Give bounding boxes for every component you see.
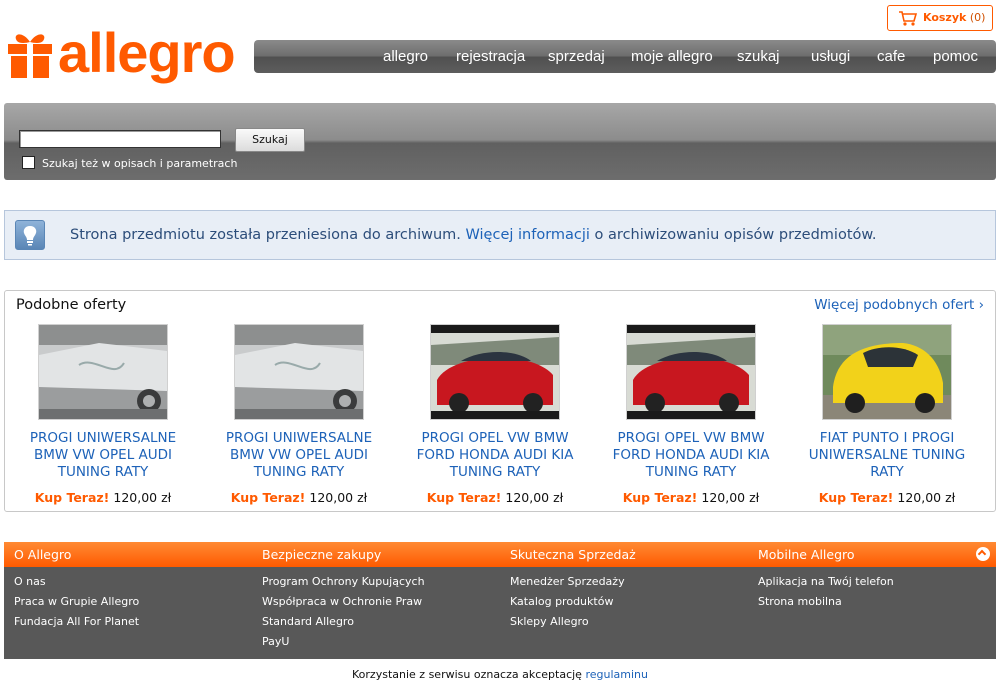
offer-title[interactable]: PROGI OPEL VW BMW FORD HONDA AUDI KIA TU… [601,430,781,481]
search-descriptions-checkbox[interactable] [22,156,35,169]
archive-notice-text-start: Strona przedmiotu została przeniesiona d… [70,227,466,243]
offer-title[interactable]: PROGI UNIWERSALNE BMW VW OPEL AUDI TUNIN… [209,430,389,481]
search-input[interactable] [19,130,221,148]
footer-link[interactable]: Współpraca w Ochronie Praw [262,595,422,608]
nav-item-moje-allegro[interactable]: moje allegro [631,48,713,65]
offer-image-silver-car[interactable] [38,324,168,420]
footer-link[interactable]: PayU [262,635,289,648]
gift-icon [8,34,52,78]
offer-title[interactable]: PROGI UNIWERSALNE BMW VW OPEL AUDI TUNIN… [13,430,193,481]
offer-item[interactable]: FIAT PUNTO I PROGI UNIWERSALNE TUNING RA… [797,324,977,505]
offer-price: 120,00 zł [897,490,956,505]
footer-link[interactable]: Katalog produktów [510,595,613,608]
allegro-logo[interactable]: allegro [8,21,238,88]
search-button[interactable]: Szukaj [235,128,305,152]
offer-image-yellow-car[interactable] [822,324,952,420]
offer-item[interactable]: PROGI UNIWERSALNE BMW VW OPEL AUDI TUNIN… [209,324,389,505]
terms-text: Korzystanie z serwisu oznacza akceptację [352,668,586,681]
offer-price-line: Kup Teraz! 120,00 zł [405,490,585,505]
archive-notice-text-end: o archiwizowaniu opisów przedmiotów. [589,227,877,243]
footer-link[interactable]: Sklepy Allegro [510,615,589,628]
footer-link[interactable]: Program Ochrony Kupujących [262,575,425,588]
footer-link[interactable]: Menedżer Sprzedaży [510,575,625,588]
footer-heading: Bezpieczne zakupy [262,547,382,562]
offer-image-red-car[interactable] [430,324,560,420]
cart-button[interactable]: Koszyk (0) [887,5,993,31]
logo-text: allegro [58,21,236,84]
footer-link[interactable]: Aplikacja na Twój telefon [758,575,894,588]
similar-offers: Podobne oferty Więcej podobnych ofert › … [4,290,996,512]
cart-icon [899,11,918,26]
footer: O Allegro O nas Praca w Grupie Allegro F… [4,542,996,659]
footer-heading: Mobilne Allegro [758,547,855,562]
nav-item-pomoc[interactable]: pomoc [933,48,978,65]
cart-label: Koszyk [923,11,967,24]
footer-link[interactable]: Fundacja All For Planet [14,615,139,628]
offer-item[interactable]: PROGI OPEL VW BMW FORD HONDA AUDI KIA TU… [601,324,781,505]
nav-item-allegro[interactable]: allegro [383,48,428,65]
buy-now-label: Kup Teraz! [818,490,894,505]
cart-count: (0) [969,11,986,24]
buy-now-label: Kup Teraz! [622,490,698,505]
offer-price: 120,00 zł [113,490,172,505]
more-similar-offers-link[interactable]: Więcej podobnych ofert › [814,297,984,313]
footer-link[interactable]: Praca w Grupie Allegro [14,595,139,608]
main-nav: allegro rejestracja sprzedaj moje allegr… [254,40,996,73]
lightbulb-icon [15,220,45,250]
offer-price-line: Kup Teraz! 120,00 zł [209,490,389,505]
offer-item[interactable]: PROGI OPEL VW BMW FORD HONDA AUDI KIA TU… [405,324,585,505]
offer-price: 120,00 zł [309,490,368,505]
nav-item-sprzedaj[interactable]: sprzedaj [548,48,605,65]
buy-now-label: Kup Teraz! [230,490,306,505]
search-panel: Szukaj Szukaj też w opisach i parametrac… [4,103,996,180]
footer-link[interactable]: Strona mobilna [758,595,842,608]
search-descriptions-label: Szukaj też w opisach i parametrach [42,157,238,170]
offer-price-line: Kup Teraz! 120,00 zł [797,490,977,505]
terms-link[interactable]: regulaminu [585,668,648,681]
similar-offers-title: Podobne oferty [16,297,127,313]
chevron-up-icon[interactable] [976,547,990,561]
offer-price: 120,00 zł [701,490,760,505]
offer-price-line: Kup Teraz! 120,00 zł [601,490,781,505]
footer-heading: Skuteczna Sprzedaż [510,547,636,562]
buy-now-label: Kup Teraz! [426,490,502,505]
nav-item-cafe[interactable]: cafe [877,48,905,65]
nav-item-uslugi[interactable]: usługi [811,48,850,65]
archive-notice-text: Strona przedmiotu została przeniesiona d… [70,227,877,243]
offer-item[interactable]: PROGI UNIWERSALNE BMW VW OPEL AUDI TUNIN… [13,324,193,505]
more-info-link[interactable]: Więcej informacji [466,227,590,243]
nav-item-rejestracja[interactable]: rejestracja [456,48,525,65]
offer-price-line: Kup Teraz! 120,00 zł [13,490,193,505]
offer-title[interactable]: PROGI OPEL VW BMW FORD HONDA AUDI KIA TU… [405,430,585,481]
archive-notice: Strona przedmiotu została przeniesiona d… [4,210,996,260]
footer-heading: O Allegro [14,547,72,562]
offer-title[interactable]: FIAT PUNTO I PROGI UNIWERSALNE TUNING RA… [797,430,977,481]
footer-link[interactable]: Standard Allegro [262,615,354,628]
offer-price: 120,00 zł [505,490,564,505]
buy-now-label: Kup Teraz! [34,490,110,505]
offer-image-silver-car[interactable] [234,324,364,420]
nav-item-szukaj[interactable]: szukaj [737,48,780,65]
offer-image-red-car[interactable] [626,324,756,420]
footer-link[interactable]: O nas [14,575,46,588]
terms-line: Korzystanie z serwisu oznacza akceptację… [0,668,1000,681]
